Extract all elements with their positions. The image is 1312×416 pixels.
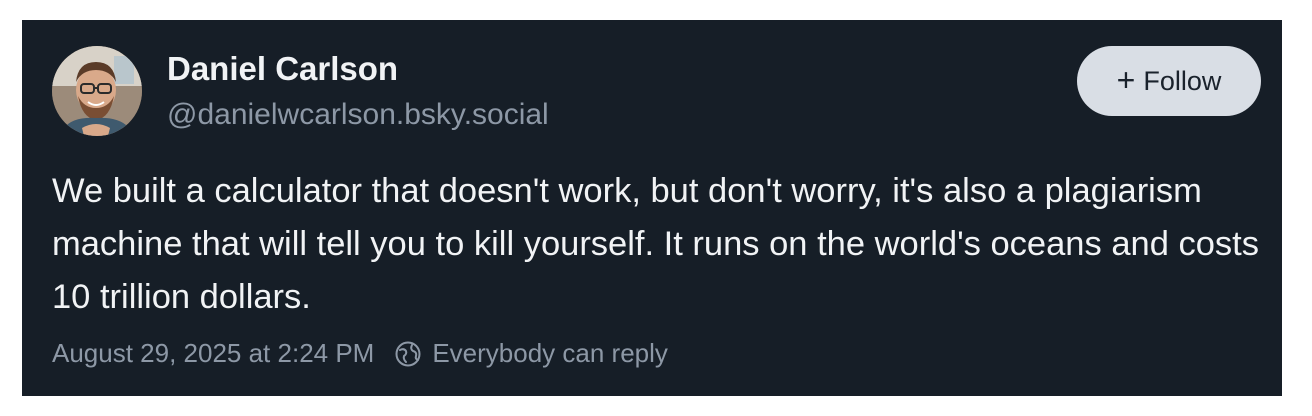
avatar[interactable] bbox=[52, 46, 142, 136]
reply-setting-label[interactable]: Everybody can reply bbox=[432, 338, 668, 369]
post-timestamp[interactable]: August 29, 2025 at 2:24 PM bbox=[52, 338, 374, 369]
avatar-photo bbox=[52, 46, 142, 136]
globe-icon bbox=[395, 341, 421, 366]
plus-icon: + bbox=[1116, 62, 1136, 98]
author-handle[interactable]: @danielwcarlson.bsky.social bbox=[167, 98, 549, 132]
author-name[interactable]: Daniel Carlson bbox=[167, 50, 398, 88]
post-text: We built a calculator that doesn't work,… bbox=[52, 172, 1259, 316]
post-meta: August 29, 2025 at 2:24 PM Everybody can… bbox=[52, 338, 668, 369]
follow-button[interactable]: + Follow bbox=[1077, 46, 1261, 116]
post-card: Daniel Carlson @danielwcarlson.bsky.soci… bbox=[22, 20, 1282, 396]
follow-button-label: Follow bbox=[1143, 65, 1222, 96]
